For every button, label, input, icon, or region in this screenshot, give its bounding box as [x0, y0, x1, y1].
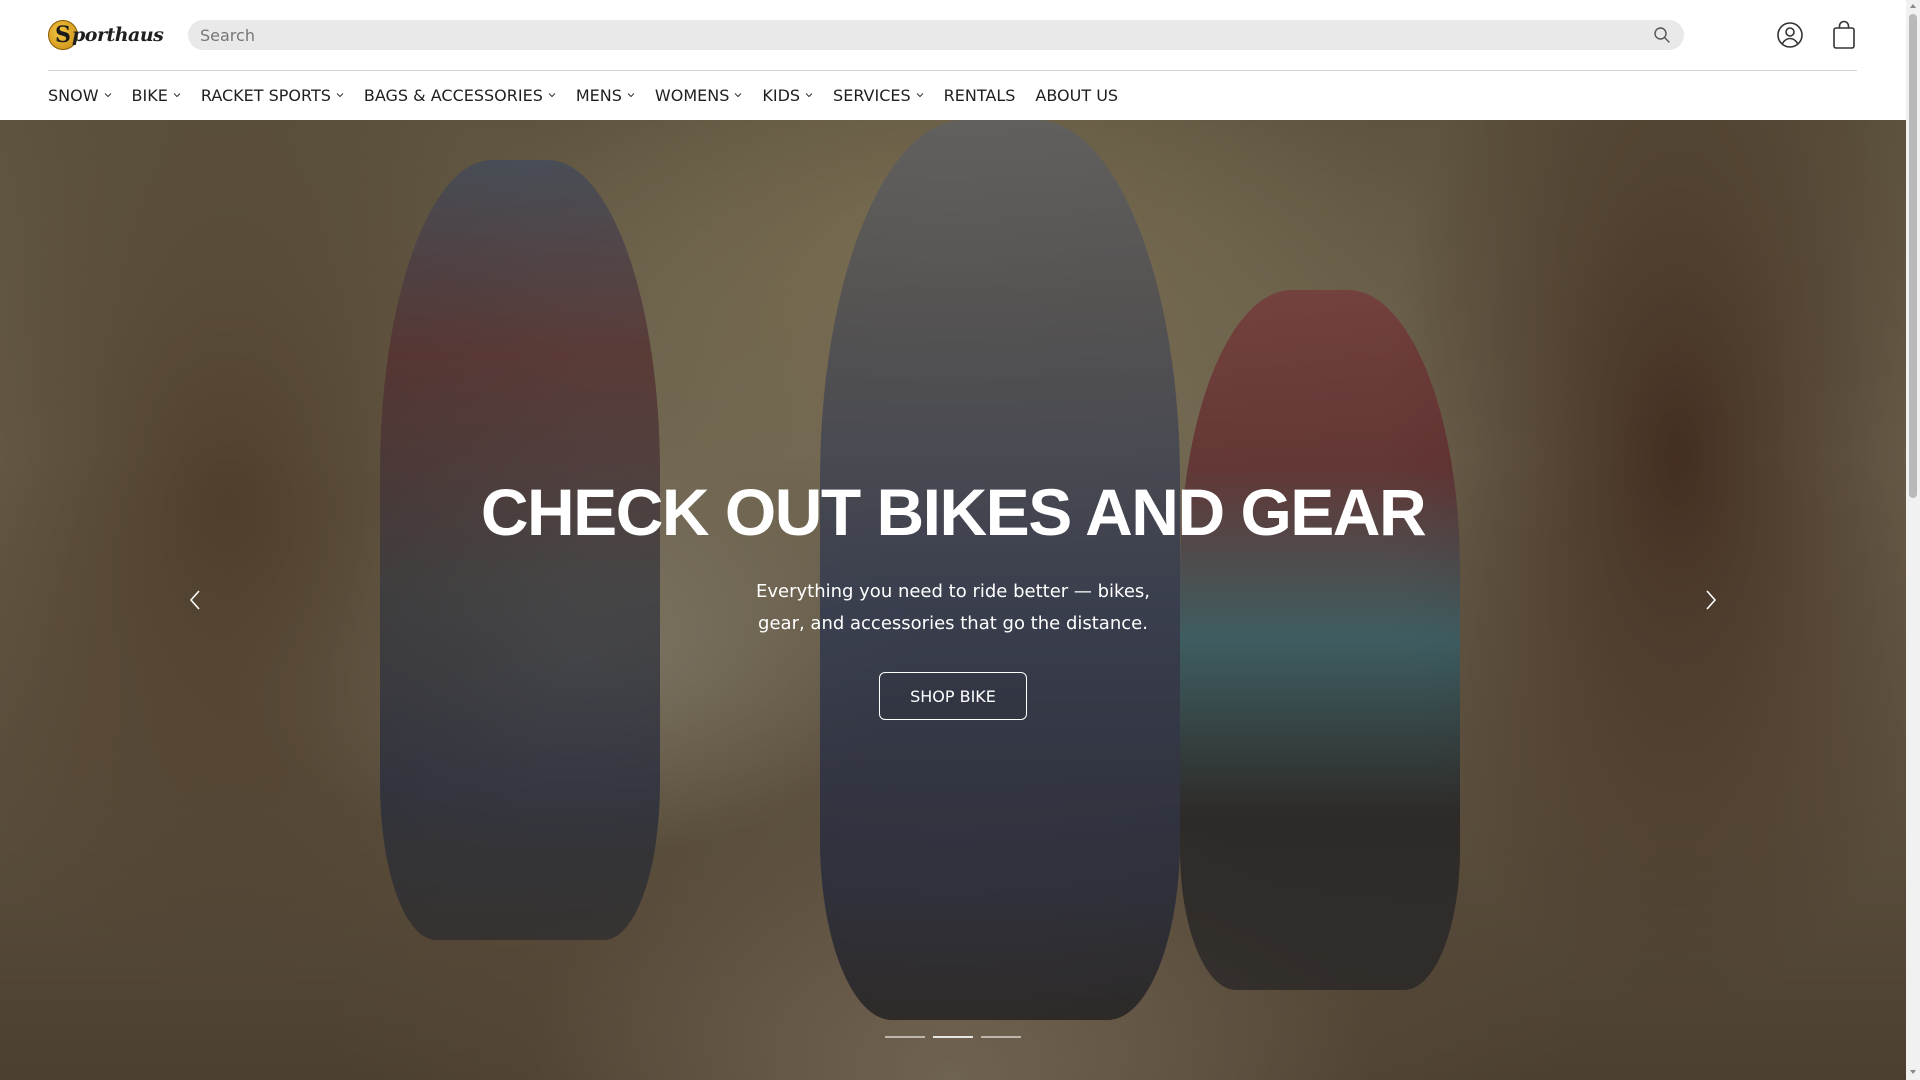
nav-item-rentals[interactable]: RENTALS: [944, 86, 1016, 105]
nav-item-label: ABOUT US: [1035, 85, 1119, 105]
nav-item-womens[interactable]: WOMENS: [655, 86, 742, 105]
nav-item-bike[interactable]: BIKE: [132, 86, 181, 105]
chevron-down-icon: [805, 93, 813, 98]
chevron-down-icon: [336, 93, 344, 98]
main-nav: SNOW BIKE RACKET SPORTS BAGS & ACCESSORI…: [48, 82, 1138, 108]
slide-dot-2[interactable]: [933, 1036, 973, 1038]
cart-icon[interactable]: [1831, 20, 1857, 50]
nav-item-label: SNOW: [48, 85, 99, 105]
nav-item-snow[interactable]: SNOW: [48, 86, 112, 105]
search-bar: [188, 20, 1684, 50]
scrollbar-thumb[interactable]: [1909, 14, 1917, 498]
nav-item-label: MENS: [575, 85, 622, 105]
chevron-down-icon: [173, 93, 181, 98]
nav-item-mens[interactable]: MENS: [576, 86, 635, 105]
chevron-right-icon[interactable]: [1700, 588, 1720, 612]
nav-item-label: WOMENS: [654, 85, 730, 105]
scroll-up-icon[interactable]: [1909, 2, 1917, 10]
account-icon[interactable]: [1776, 21, 1804, 49]
site-header: S porthaus SNOW BIKE RACKET SPORTS BAGS …: [0, 0, 1906, 120]
brand-logo[interactable]: S porthaus: [48, 16, 164, 54]
hero-subtitle: Everything you need to ride better — bik…: [755, 581, 1150, 634]
chevron-down-icon: [627, 93, 635, 98]
nav-item-label: SERVICES: [833, 85, 911, 105]
chevron-down-icon: [735, 93, 742, 98]
nav-item-label: RACKET SPORTS: [200, 85, 331, 105]
nav-item-about-us[interactable]: ABOUT US: [1035, 86, 1118, 105]
hero-title: CHECK OUT BIKES AND GEAR: [480, 475, 1427, 549]
chevron-down-icon: [548, 93, 556, 98]
search-icon[interactable]: [1652, 25, 1672, 45]
nav-item-label: RENTALS: [943, 85, 1016, 105]
chevron-left-icon[interactable]: [186, 588, 206, 612]
chevron-down-icon: [916, 93, 924, 98]
nav-item-label: BIKE: [131, 85, 168, 105]
nav-item-kids[interactable]: KIDS: [762, 86, 813, 105]
scroll-down-icon[interactable]: [1909, 1068, 1917, 1076]
nav-item-label: BAGS & ACCESSORIES: [363, 85, 543, 105]
header-divider: [48, 70, 1857, 71]
chevron-down-icon: [104, 93, 111, 98]
nav-item-racket-sports[interactable]: RACKET SPORTS: [201, 86, 344, 105]
shop-bike-button[interactable]: SHOP BIKE: [879, 672, 1027, 720]
nav-item-label: KIDS: [762, 85, 801, 105]
page-scrollbar[interactable]: [1906, 0, 1920, 1080]
slide-dot-1[interactable]: [885, 1036, 925, 1038]
logo-wordmark: porthaus: [72, 24, 164, 46]
hero-slideshow: CHECK OUT BIKES AND GEAR Everything you …: [0, 120, 1906, 1080]
search-input[interactable]: [200, 25, 1652, 45]
nav-item-bags-accessories[interactable]: BAGS & ACCESSORIES: [364, 86, 556, 105]
nav-item-services[interactable]: SERVICES: [833, 86, 924, 105]
slide-indicators: [885, 1036, 1021, 1038]
slide-dot-3[interactable]: [981, 1036, 1021, 1038]
